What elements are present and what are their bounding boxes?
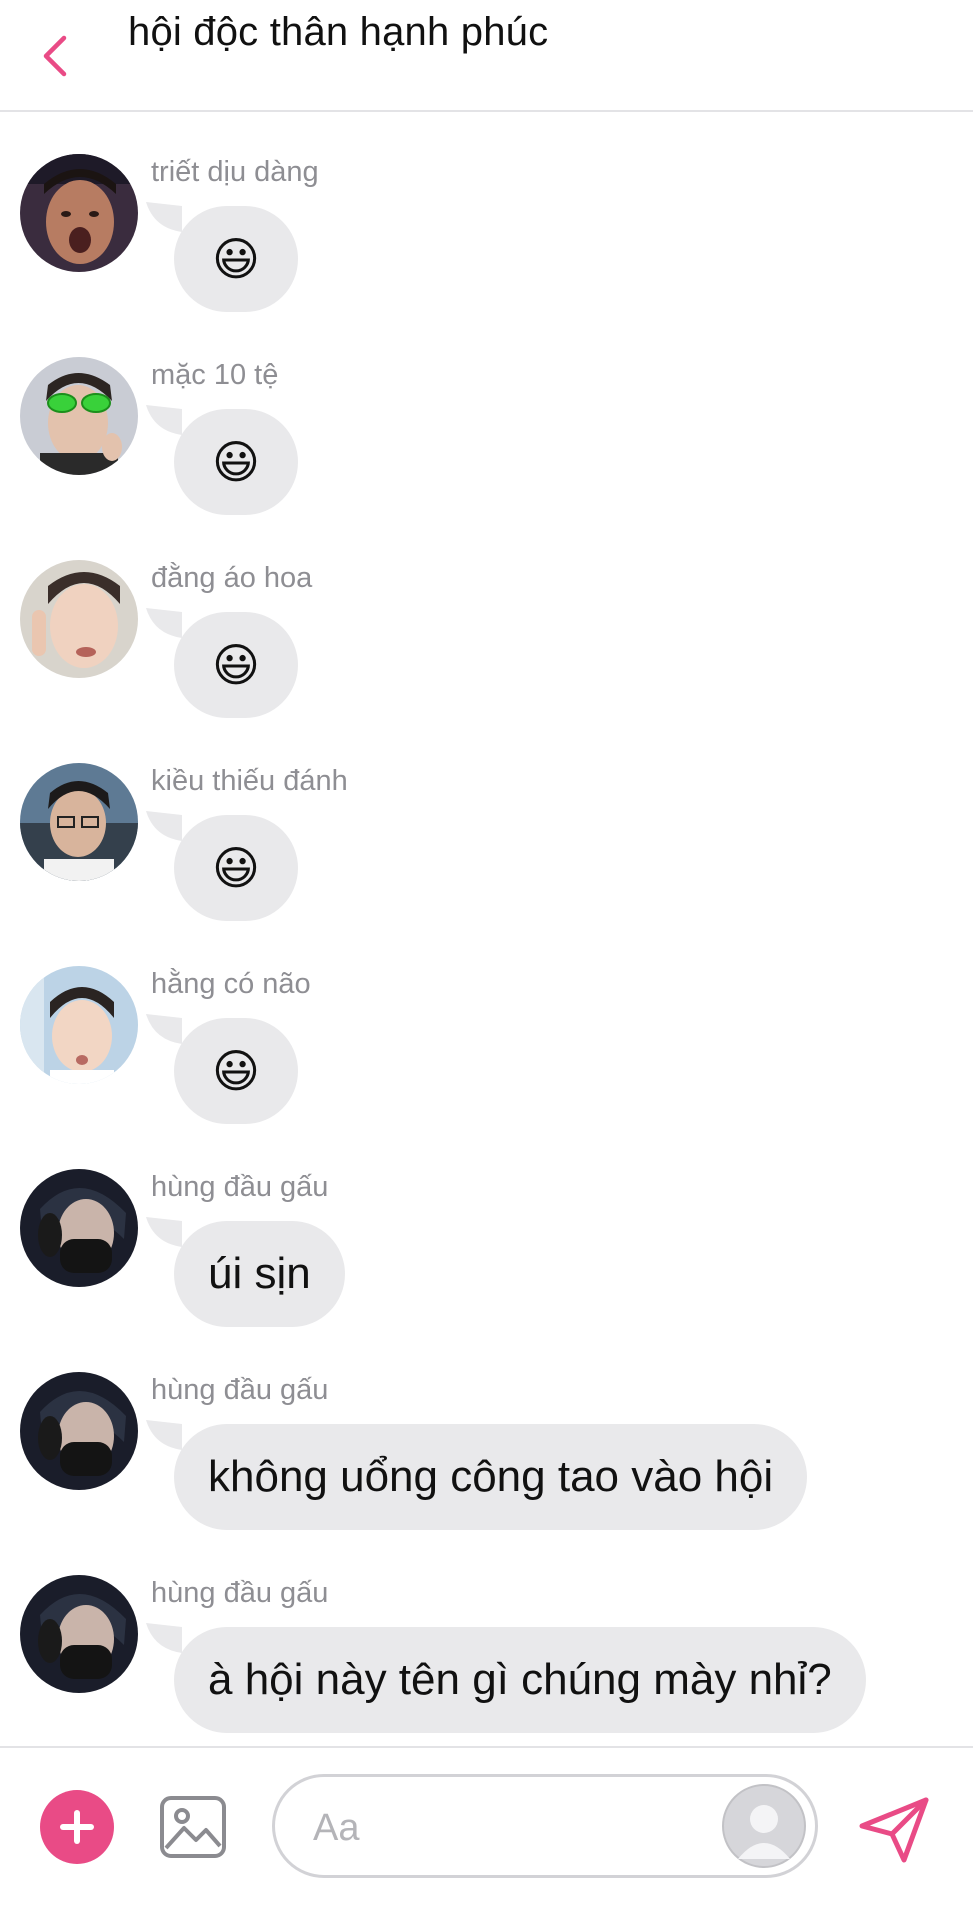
sender-name: hùng đầu gấu: [151, 1374, 329, 1406]
message-row: kiều thiếu đánh 😃: [0, 721, 973, 921]
sender-name: kiều thiếu đánh: [151, 765, 348, 797]
sender-name: hùng đầu gấu: [151, 1577, 329, 1609]
message-row: hùng đầu gấu à hội này tên gì chúng mày …: [0, 1533, 973, 1733]
message-input[interactable]: [311, 1801, 675, 1855]
sender-name: hằng có não: [151, 968, 311, 1000]
message-bubble[interactable]: không uổng công tao vào hội: [174, 1424, 808, 1530]
message-compose[interactable]: [272, 1774, 818, 1878]
back-button[interactable]: [36, 30, 76, 82]
message-bubble[interactable]: 😃: [174, 206, 298, 312]
composer-bar: [0, 1746, 973, 1920]
message-row: hằng có não 😃: [0, 924, 973, 1124]
emoji: 😃: [212, 233, 260, 285]
emoji: 😃: [212, 639, 260, 691]
avatar[interactable]: [20, 154, 138, 272]
avatar[interactable]: [20, 357, 138, 475]
message-row: hùng đầu gấu úi sịn: [0, 1127, 973, 1327]
image-button[interactable]: [158, 1792, 228, 1862]
avatar[interactable]: [20, 966, 138, 1084]
profile-sticker-icon: [722, 1784, 806, 1868]
sticker-button[interactable]: [721, 1783, 807, 1869]
sender-name: triết dịu dàng: [151, 156, 319, 188]
emoji: 😃: [212, 1045, 260, 1097]
image-icon: [160, 1796, 226, 1858]
avatar[interactable]: [20, 1372, 138, 1490]
sender-name: đằng áo hoa: [151, 562, 313, 594]
message-bubble[interactable]: 😃: [174, 612, 298, 718]
add-button[interactable]: [40, 1790, 114, 1864]
message-bubble[interactable]: 😃: [174, 1018, 298, 1124]
avatar[interactable]: [20, 560, 138, 678]
emoji: 😃: [212, 436, 260, 488]
sender-name: mặc 10 tệ: [151, 359, 279, 391]
avatar[interactable]: [20, 1575, 138, 1693]
message-bubble[interactable]: 😃: [174, 409, 298, 515]
sender-name: hùng đầu gấu: [151, 1171, 329, 1203]
message-bubble[interactable]: úi sịn: [174, 1221, 345, 1327]
chat-title[interactable]: hội độc thân hạnh phúc: [128, 10, 548, 55]
avatar[interactable]: [20, 1169, 138, 1287]
plus-circle-icon: [40, 1790, 114, 1864]
message-row: mặc 10 tệ 😃: [0, 315, 973, 515]
avatar[interactable]: [20, 763, 138, 881]
send-icon: [859, 1797, 929, 1863]
message-bubble[interactable]: 😃: [174, 815, 298, 921]
chevron-left-icon: [43, 35, 67, 77]
message-row: hùng đầu gấu không uổng công tao vào hội: [0, 1330, 973, 1530]
message-list[interactable]: triết dịu dàng 😃 mặc 10 tệ 😃 đằng áo hoa…: [0, 112, 973, 1746]
chat-header: hội độc thân hạnh phúc: [0, 0, 973, 112]
send-button[interactable]: [858, 1796, 930, 1864]
message-row: triết dịu dàng 😃: [0, 112, 973, 312]
message-bubble[interactable]: à hội này tên gì chúng mày nhỉ?: [174, 1627, 866, 1733]
emoji: 😃: [212, 842, 260, 894]
message-row: đằng áo hoa 😃: [0, 518, 973, 718]
